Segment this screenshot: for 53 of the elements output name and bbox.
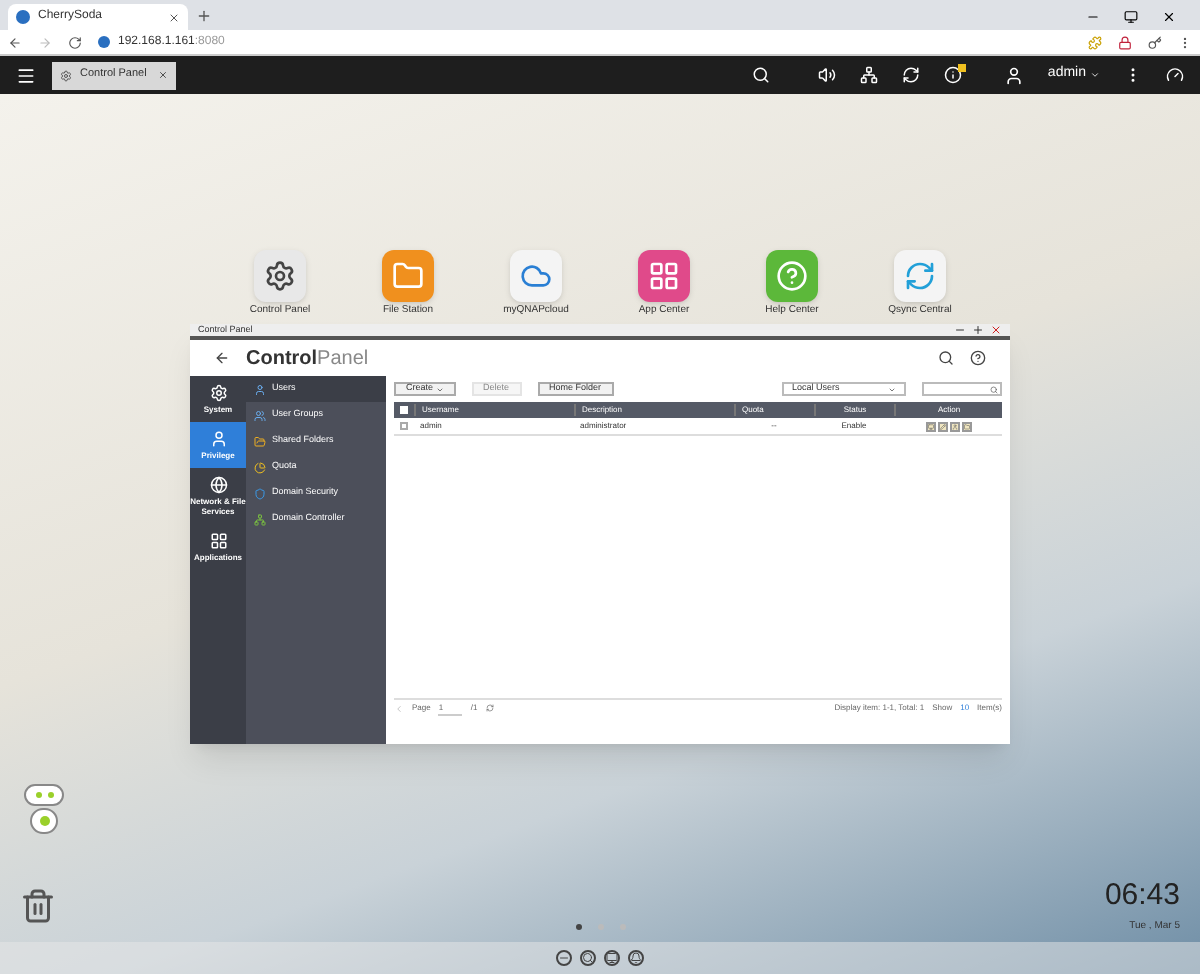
globe-icon [209,476,227,494]
user-icon [254,383,266,395]
folder-icon[interactable] [961,421,971,431]
site-icon [16,10,30,24]
caret-icon [1090,70,1100,80]
search-icon[interactable] [938,350,954,366]
clock-time: 06:43 [1104,876,1180,916]
help-icon[interactable] [970,350,986,366]
window-heading: ControlPanel [246,345,369,373]
folder-icon [254,435,266,447]
close-icon[interactable] [1162,10,1176,24]
minus-icon[interactable] [556,950,572,966]
gear-icon [60,69,72,81]
network-icon [254,513,266,525]
close-icon[interactable] [168,11,180,23]
trash-icon[interactable] [20,884,56,928]
monitor-icon[interactable] [604,950,620,966]
user-icon[interactable] [1003,65,1024,85]
select-all-checkbox[interactable] [400,406,408,414]
new-tab-icon[interactable] [196,8,212,24]
search-icon [990,385,998,393]
folder-icon [382,250,434,302]
gauge-icon[interactable] [1166,66,1184,84]
search-field[interactable] [922,382,1002,396]
back-icon[interactable] [8,35,22,49]
notification-icon[interactable] [943,65,964,85]
pencil-icon[interactable] [937,421,947,431]
grid-icon [209,532,227,550]
back-icon[interactable] [214,350,230,366]
search-icon[interactable] [580,950,596,966]
refresh-icon[interactable] [485,704,494,712]
minimize-icon[interactable] [1086,10,1100,24]
site-icon [98,36,110,48]
user-icon [209,430,227,448]
speaker-icon[interactable] [817,66,836,84]
reload-icon[interactable] [68,35,82,49]
menu-icon[interactable] [1178,35,1192,49]
gear-icon [254,250,306,302]
monitor-icon[interactable] [925,421,935,431]
network-icon[interactable] [859,66,878,84]
shield-icon [254,487,266,499]
sync-icon[interactable] [901,66,920,84]
bell-icon[interactable] [628,950,644,966]
menu-icon[interactable] [16,65,36,85]
gear-icon [209,384,227,402]
row-checkbox[interactable] [400,422,408,430]
question-icon [766,250,818,302]
sync-icon [894,250,946,302]
pie-icon [254,461,266,473]
users-icon [254,409,266,421]
grid-icon [638,250,690,302]
minimize-icon[interactable] [954,324,966,336]
cloud-icon [510,250,562,302]
